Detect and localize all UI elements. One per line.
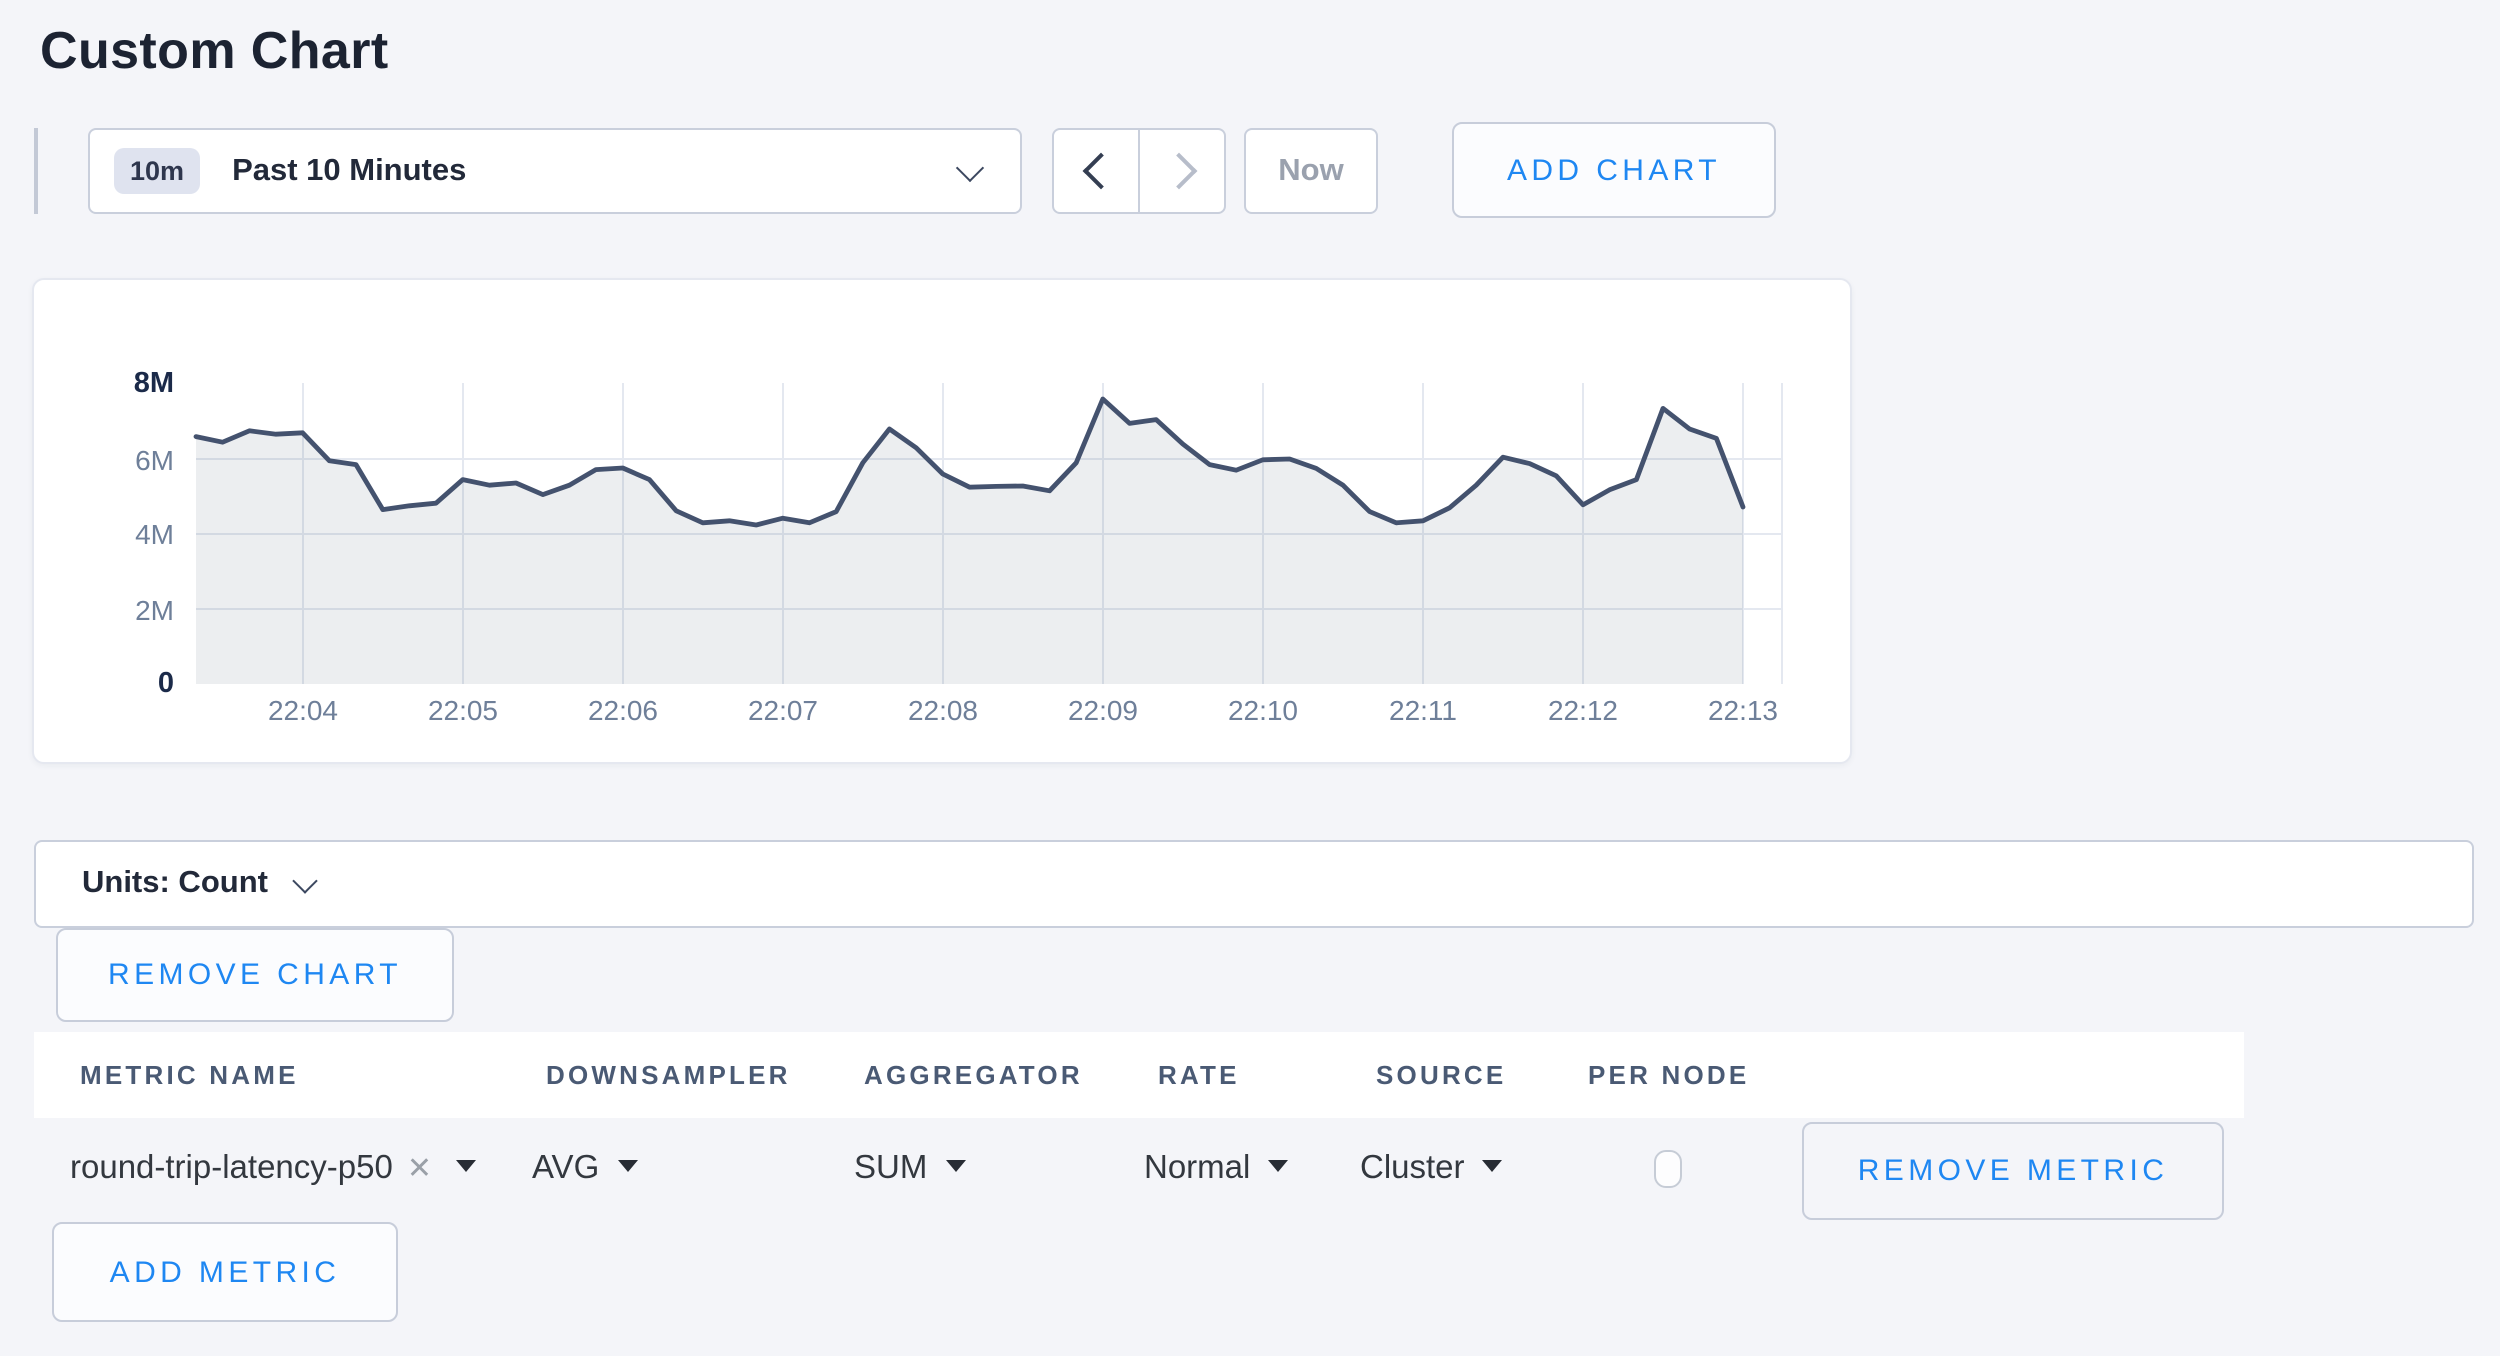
x-axis-tick-label: 22:08 bbox=[879, 694, 1007, 726]
y-axis-tick-label: 0 bbox=[58, 670, 174, 698]
column-header-per-node: PER NODE bbox=[1588, 1060, 1749, 1090]
caret-down-icon bbox=[1483, 1160, 1503, 1172]
time-window-label: Past 10 Minutes bbox=[232, 153, 466, 189]
chevron-left-icon bbox=[1082, 153, 1119, 190]
x-axis-tick-label: 22:09 bbox=[1039, 694, 1167, 726]
y-axis-tick-label: 4M bbox=[58, 520, 174, 548]
column-header-downsampler: DOWNSAMPLER bbox=[546, 1060, 791, 1090]
time-pager bbox=[1052, 128, 1226, 214]
caret-down-icon bbox=[617, 1160, 637, 1172]
aggregator-value: SUM bbox=[854, 1150, 927, 1186]
column-header-aggregator: AGGREGATOR bbox=[864, 1060, 1083, 1090]
x-axis-tick-label: 22:13 bbox=[1679, 694, 1807, 726]
page-title: Custom Chart bbox=[40, 20, 389, 82]
x-axis-tick-label: 22:07 bbox=[719, 694, 847, 726]
toolbar-accent-divider bbox=[34, 128, 38, 214]
y-axis-tick-label: 2M bbox=[58, 595, 174, 623]
units-dropdown[interactable]: Units: Count bbox=[34, 840, 2474, 928]
column-header-source: SOURCE bbox=[1376, 1060, 1506, 1090]
rate-select[interactable]: Normal bbox=[1144, 1150, 1288, 1188]
time-window-dropdown[interactable]: 10m Past 10 Minutes bbox=[88, 128, 1022, 214]
downsampler-select[interactable]: AVG bbox=[532, 1150, 637, 1188]
x-axis-tick-label: 22:06 bbox=[559, 694, 687, 726]
source-select[interactable]: Cluster bbox=[1360, 1150, 1503, 1188]
remove-chart-button[interactable]: REMOVE CHART bbox=[56, 928, 454, 1022]
x-axis-tick-label: 22:05 bbox=[399, 694, 527, 726]
caret-down-icon bbox=[1268, 1160, 1288, 1172]
downsampler-value: AVG bbox=[532, 1150, 599, 1186]
time-window-badge: 10m bbox=[114, 148, 200, 194]
metrics-table-header: METRIC NAME DOWNSAMPLER AGGREGATOR RATE … bbox=[34, 1032, 2244, 1118]
caret-down-icon bbox=[945, 1160, 965, 1172]
metric-name-select[interactable]: round-trip-latency-p50 ✕ bbox=[70, 1150, 476, 1188]
caret-down-icon bbox=[456, 1160, 476, 1172]
prev-time-button[interactable] bbox=[1054, 130, 1140, 212]
y-axis-tick-label: 6M bbox=[58, 445, 174, 473]
x-axis-tick-label: 22:10 bbox=[1199, 694, 1327, 726]
add-metric-button[interactable]: ADD METRIC bbox=[52, 1222, 398, 1322]
metric-name-value: round-trip-latency-p50 bbox=[70, 1150, 393, 1186]
clear-metric-icon[interactable]: ✕ bbox=[407, 1152, 432, 1186]
units-label: Units: Count bbox=[82, 866, 268, 902]
rate-value: Normal bbox=[1144, 1150, 1250, 1186]
next-time-button-disabled[interactable] bbox=[1140, 130, 1224, 212]
x-axis-tick-label: 22:11 bbox=[1359, 694, 1487, 726]
x-axis-tick-label: 22:04 bbox=[239, 694, 367, 726]
x-axis-tick-label: 22:12 bbox=[1519, 694, 1647, 726]
custom-chart-page: Custom Chart 10m Past 10 Minutes Now ADD… bbox=[0, 0, 2500, 1356]
per-node-checkbox[interactable] bbox=[1654, 1150, 1682, 1188]
y-axis-tick-label: 8M bbox=[58, 370, 174, 398]
area-chart[interactable] bbox=[34, 280, 1846, 758]
chevron-down-icon bbox=[956, 154, 984, 182]
source-value: Cluster bbox=[1360, 1150, 1465, 1186]
column-header-rate: RATE bbox=[1158, 1060, 1240, 1090]
add-chart-button[interactable]: ADD CHART bbox=[1452, 122, 1776, 218]
remove-metric-button[interactable]: REMOVE METRIC bbox=[1802, 1122, 2224, 1220]
aggregator-select[interactable]: SUM bbox=[854, 1150, 965, 1188]
timeseries-chart-card: 0 2M 4M 6M 8M 22:04 22:05 22:06 22:07 22:08 22:09 2… bbox=[32, 278, 1852, 764]
column-header-metric-name: METRIC NAME bbox=[80, 1060, 299, 1090]
chevron-right-icon bbox=[1160, 153, 1197, 190]
now-button[interactable]: Now bbox=[1244, 128, 1378, 214]
chevron-down-icon bbox=[292, 867, 317, 892]
